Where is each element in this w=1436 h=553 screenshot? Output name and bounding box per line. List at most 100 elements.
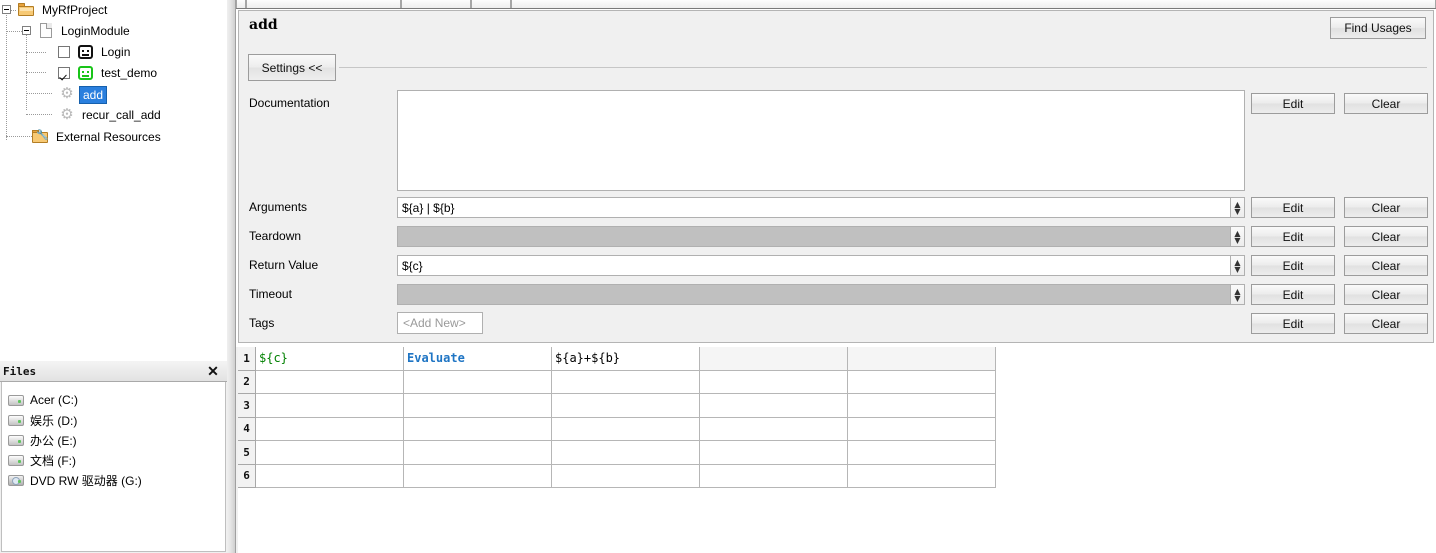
grid-cell[interactable] [404, 370, 552, 394]
table-row[interactable]: 2 [238, 370, 1008, 394]
grid-cell[interactable] [848, 347, 996, 371]
teardown-stepper[interactable]: ▲ ▼ [1231, 226, 1245, 247]
arguments-clear-button[interactable]: Clear [1344, 197, 1428, 218]
return-value-edit-button[interactable]: Edit [1251, 255, 1335, 276]
grid-cell[interactable] [848, 464, 996, 488]
grid-cell[interactable] [256, 370, 404, 394]
grid-cell[interactable] [256, 441, 404, 465]
grid-cell[interactable] [404, 441, 552, 465]
table-row[interactable]: 3 [238, 394, 1008, 418]
grid-cell[interactable] [552, 417, 700, 441]
grid-cell[interactable] [552, 464, 700, 488]
return-value-input[interactable]: ${c} [397, 255, 1231, 276]
documentation-clear-button[interactable]: Clear [1344, 93, 1428, 114]
grid-cell[interactable] [700, 347, 848, 371]
grid-cell[interactable] [700, 441, 848, 465]
expander-collapse-icon[interactable] [2, 5, 11, 14]
settings-toggle-button[interactable]: Settings << [248, 54, 336, 81]
grid-cell[interactable] [700, 464, 848, 488]
label-return-value: Return Value [249, 258, 319, 272]
grid-cell[interactable] [848, 441, 996, 465]
list-item[interactable]: 娱乐 (D:) [2, 410, 225, 430]
tab-sliver[interactable] [246, 0, 401, 8]
tree-item-recur-call-add[interactable]: ⚙ recur_call_add [0, 105, 227, 125]
close-icon[interactable]: ✕ [205, 363, 221, 379]
drive-label: Acer (C:) [30, 393, 78, 407]
label-arguments: Arguments [249, 200, 308, 214]
tree-item-loginmodule[interactable]: LoginModule [0, 21, 227, 41]
tags-clear-button[interactable]: Clear [1344, 313, 1428, 334]
documentation-textarea[interactable] [397, 90, 1245, 191]
table-row[interactable]: 4 [238, 417, 1008, 441]
list-item[interactable]: DVD RW 驱动器 (G:) [2, 470, 225, 490]
grid-cell[interactable] [404, 417, 552, 441]
tab-strip[interactable] [236, 0, 1436, 9]
stepper-down-icon[interactable]: ▼ [1234, 236, 1240, 244]
grid-cell[interactable] [404, 464, 552, 488]
timeout-input[interactable] [397, 284, 1231, 305]
tree-item-external-resources[interactable]: 🔧 External Resources [0, 127, 227, 147]
grid-cell[interactable] [700, 417, 848, 441]
tags-add-new-field[interactable]: <Add New> [397, 312, 483, 334]
tree-item-test-demo[interactable]: test_demo [0, 63, 227, 83]
grid-cell[interactable] [404, 394, 552, 418]
grid-cell[interactable] [552, 370, 700, 394]
return-value-clear-button[interactable]: Clear [1344, 255, 1428, 276]
drive-list[interactable]: Acer (C:) 娱乐 (D:) 办公 (E:) 文档 (F:) DVD RW… [1, 382, 226, 552]
arguments-edit-button[interactable]: Edit [1251, 197, 1335, 218]
tree-item-login[interactable]: Login [0, 42, 227, 62]
tree-item-label: MyRfProject [42, 3, 108, 17]
return-value-stepper[interactable]: ▲ ▼ [1231, 255, 1245, 276]
expander-collapse-icon[interactable] [22, 26, 31, 35]
grid-cell[interactable] [700, 394, 848, 418]
grid-cell[interactable] [256, 417, 404, 441]
table-row[interactable]: 6 [238, 464, 1008, 488]
tags-edit-button[interactable]: Edit [1251, 313, 1335, 334]
grid-cell[interactable]: ${a}+${b} [552, 347, 700, 371]
tab-sliver[interactable] [471, 0, 511, 8]
application-window: MyRfProject LoginModule Login test_demo … [0, 0, 1436, 553]
stepper-down-icon[interactable]: ▼ [1234, 207, 1240, 215]
grid-cell[interactable] [700, 370, 848, 394]
teardown-input[interactable] [397, 226, 1231, 247]
timeout-edit-button[interactable]: Edit [1251, 284, 1335, 305]
list-item[interactable]: Acer (C:) [2, 390, 225, 410]
grid-cell[interactable] [848, 417, 996, 441]
keyword-steps-grid[interactable]: 1 ${c} Evaluate ${a}+${b} 2 3 4 5 6 [238, 347, 1008, 488]
checkbox-test-demo[interactable] [58, 67, 70, 79]
teardown-clear-button[interactable]: Clear [1344, 226, 1428, 247]
table-row[interactable]: 1 ${c} Evaluate ${a}+${b} [238, 347, 1008, 371]
grid-cell[interactable] [848, 394, 996, 418]
grid-cell[interactable] [256, 394, 404, 418]
arguments-input[interactable]: ${a} | ${b} [397, 197, 1231, 218]
label-tags: Tags [249, 316, 275, 330]
checkbox-login[interactable] [58, 46, 70, 58]
arguments-stepper[interactable]: ▲ ▼ [1231, 197, 1245, 218]
vertical-splitter[interactable] [227, 0, 236, 553]
list-item[interactable]: 文档 (F:) [2, 450, 225, 470]
drive-label: 文档 (F:) [30, 453, 76, 468]
project-tree[interactable]: MyRfProject LoginModule Login test_demo … [0, 0, 227, 360]
grid-cell[interactable] [848, 370, 996, 394]
tab-sliver[interactable] [236, 0, 246, 8]
timeout-stepper[interactable]: ▲ ▼ [1231, 284, 1245, 305]
label-teardown: Teardown [249, 229, 302, 243]
find-usages-button[interactable]: Find Usages [1330, 17, 1426, 39]
grid-cell[interactable] [552, 441, 700, 465]
tab-sliver[interactable] [401, 0, 471, 8]
grid-cell[interactable]: ${c} [256, 347, 404, 371]
table-row[interactable]: 5 [238, 441, 1008, 465]
teardown-edit-button[interactable]: Edit [1251, 226, 1335, 247]
grid-cell[interactable]: Evaluate [404, 347, 552, 371]
grid-cell[interactable] [256, 464, 404, 488]
timeout-clear-button[interactable]: Clear [1344, 284, 1428, 305]
row-number: 2 [238, 370, 256, 394]
grid-cell[interactable] [552, 394, 700, 418]
tree-item-myrfproject[interactable]: MyRfProject [0, 0, 227, 20]
documentation-edit-button[interactable]: Edit [1251, 93, 1335, 114]
tab-sliver[interactable] [511, 0, 1436, 8]
tree-item-add[interactable]: ⚙ add [0, 84, 227, 104]
list-item[interactable]: 办公 (E:) [2, 430, 225, 450]
stepper-down-icon[interactable]: ▼ [1234, 265, 1240, 273]
stepper-down-icon[interactable]: ▼ [1234, 294, 1240, 302]
